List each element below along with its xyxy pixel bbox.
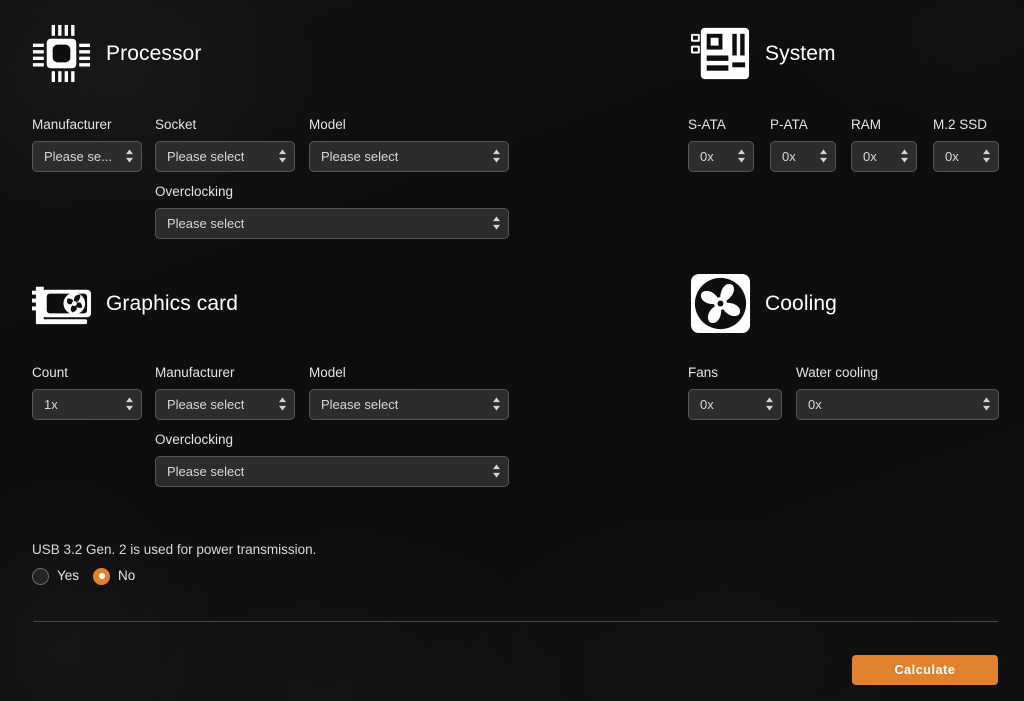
chevron-updown-icon — [493, 216, 500, 230]
field-cpu-socket: Socket Please select — [155, 118, 295, 172]
chevron-updown-icon — [766, 397, 773, 411]
field-cpu-model: Model Please select — [309, 118, 509, 172]
select-gpu-overclocking[interactable]: Please select — [155, 455, 509, 487]
select-cpu-model-value: Please select — [321, 149, 399, 163]
select-ram-value: 0x — [863, 149, 877, 163]
pc-power-calculator-form: Processor Manufacturer Please se... Sock… — [0, 0, 1024, 701]
chevron-updown-icon — [901, 149, 908, 163]
chevron-updown-icon — [493, 464, 500, 478]
select-water-cooling-value: 0x — [808, 397, 822, 411]
field-m2-ssd: M.2 SSD 0x — [933, 118, 999, 172]
field-pata: P-ATA 0x — [770, 118, 836, 172]
chevron-updown-icon — [126, 149, 133, 163]
chevron-updown-icon — [983, 397, 990, 411]
field-fans: Fans 0x — [688, 366, 782, 420]
select-gpu-count[interactable]: 1x — [32, 388, 142, 420]
chevron-updown-icon — [983, 149, 990, 163]
select-m2-ssd-value: 0x — [945, 149, 959, 163]
select-sata[interactable]: 0x — [688, 140, 754, 172]
label-gpu-model: Model — [309, 365, 346, 380]
field-gpu-overclocking: Overclocking Please select — [155, 433, 509, 487]
label-gpu-manufacturer: Manufacturer — [155, 365, 235, 380]
field-ram: RAM 0x — [851, 118, 917, 172]
select-cpu-overclocking-value: Please select — [167, 216, 245, 230]
select-pata-value: 0x — [782, 149, 796, 163]
select-pata[interactable]: 0x — [770, 140, 836, 172]
section-title-system: System — [765, 42, 836, 65]
select-gpu-count-value: 1x — [44, 397, 58, 411]
chevron-updown-icon — [493, 397, 500, 411]
select-gpu-model-value: Please select — [321, 397, 399, 411]
chevron-updown-icon — [279, 149, 286, 163]
field-water-cooling: Water cooling 0x — [796, 366, 999, 420]
field-gpu-count: Count 1x — [32, 366, 142, 420]
label-m2-ssd: M.2 SSD — [933, 117, 988, 132]
chevron-updown-icon — [738, 149, 745, 163]
usb-radio-option-yes[interactable]: Yes — [32, 567, 80, 585]
select-cpu-overclocking[interactable]: Please select — [155, 207, 509, 239]
select-cpu-socket[interactable]: Please select — [155, 140, 295, 172]
section-header-processor: Processor — [30, 22, 201, 85]
field-cpu-manufacturer: Manufacturer Please se... — [32, 118, 142, 172]
select-cpu-model[interactable]: Please select — [309, 140, 509, 172]
usb-radio-label-yes: Yes — [57, 568, 80, 584]
label-cpu-model: Model — [309, 117, 346, 132]
label-fans: Fans — [688, 365, 719, 380]
section-title-processor: Processor — [106, 42, 202, 65]
label-pata: P-ATA — [770, 117, 808, 132]
label-cpu-overclocking: Overclocking — [155, 184, 234, 199]
chevron-updown-icon — [126, 397, 133, 411]
fan-icon — [690, 273, 751, 334]
field-gpu-manufacturer: Manufacturer Please select — [155, 366, 295, 420]
select-sata-value: 0x — [700, 149, 714, 163]
footer-divider — [33, 621, 998, 622]
select-ram[interactable]: 0x — [851, 140, 917, 172]
section-header-system: System — [689, 22, 836, 85]
select-water-cooling[interactable]: 0x — [796, 388, 999, 420]
label-sata: S-ATA — [688, 117, 726, 132]
select-cpu-socket-value: Please select — [167, 149, 245, 163]
label-water-cooling: Water cooling — [796, 365, 879, 380]
usb-radio-option-no[interactable]: No — [93, 567, 136, 585]
usb-question-text: USB 3.2 Gen. 2 is used for power transmi… — [32, 542, 317, 557]
label-cpu-manufacturer: Manufacturer — [32, 117, 112, 132]
chevron-updown-icon — [820, 149, 827, 163]
label-gpu-overclocking: Overclocking — [155, 432, 234, 447]
label-cpu-socket: Socket — [155, 117, 197, 132]
radio-circle-unselected-icon — [32, 567, 49, 585]
label-gpu-count: Count — [32, 365, 69, 380]
radio-circle-selected-icon — [93, 567, 111, 585]
select-gpu-manufacturer-value: Please select — [167, 397, 245, 411]
select-gpu-manufacturer[interactable]: Please select — [155, 388, 295, 420]
section-header-graphics: Graphics card — [30, 272, 238, 335]
section-header-cooling: Cooling — [689, 272, 837, 335]
field-gpu-model: Model Please select — [309, 366, 509, 420]
section-title-graphics: Graphics card — [106, 292, 239, 315]
usb-power-transmission-question: USB 3.2 Gen. 2 is used for power transmi… — [32, 543, 316, 585]
field-cpu-overclocking: Overclocking Please select — [155, 185, 509, 239]
usb-radio-label-no: No — [118, 568, 136, 584]
select-gpu-overclocking-value: Please select — [167, 464, 245, 478]
chevron-updown-icon — [493, 149, 500, 163]
calculate-button[interactable]: Calculate — [852, 655, 998, 685]
motherboard-icon — [690, 27, 750, 80]
label-ram: RAM — [851, 117, 881, 132]
section-title-cooling: Cooling — [765, 292, 837, 315]
field-sata: S-ATA 0x — [688, 118, 754, 172]
select-fans[interactable]: 0x — [688, 388, 782, 420]
select-cpu-manufacturer[interactable]: Please se... — [32, 140, 142, 172]
chevron-updown-icon — [279, 397, 286, 411]
select-gpu-model[interactable]: Please select — [309, 388, 509, 420]
usb-radio-group: Yes No — [32, 567, 316, 585]
select-fans-value: 0x — [700, 397, 714, 411]
select-cpu-manufacturer-value: Please se... — [44, 149, 112, 163]
cpu-chip-icon — [32, 24, 91, 83]
graphics-card-icon — [31, 286, 92, 325]
select-m2-ssd[interactable]: 0x — [933, 140, 999, 172]
